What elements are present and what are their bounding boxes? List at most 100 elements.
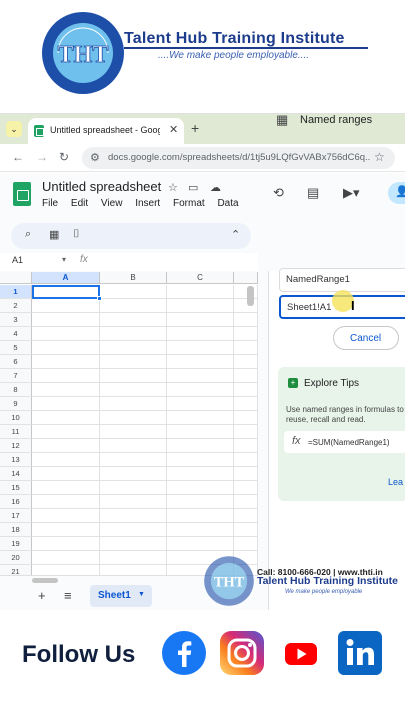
grid-cell[interactable] [100,397,167,411]
spreadsheet-grid[interactable]: A B C 1 2 3 4 5 6 7 8 9 10 11 12 13 14 15 16 17 18 19 20 21 [0,272,258,575]
grid-cell[interactable] [100,495,167,509]
grid-cell[interactable] [100,425,167,439]
grid-cell[interactable] [32,341,100,355]
grid-cell[interactable] [234,467,258,481]
browser-tab[interactable]: Untitled spreadsheet - Google ✕ [28,118,184,144]
tips-formula-example[interactable]: fx =SUM(NamedRange1) [284,431,405,453]
grid-cell[interactable] [234,411,258,425]
tab-close-icon[interactable]: ✕ [169,123,178,136]
grid-cell[interactable] [32,411,100,425]
grid-cell[interactable] [100,467,167,481]
grid-cell[interactable] [100,509,167,523]
grid-cell[interactable] [234,341,258,355]
row-header-1[interactable]: 1 [0,285,32,299]
grid-cell[interactable] [100,439,167,453]
row-header-19[interactable]: 19 [0,537,32,551]
row-header-16[interactable]: 16 [0,495,32,509]
grid-cell[interactable] [100,369,167,383]
grid-cell[interactable] [234,327,258,341]
row-header-6[interactable]: 6 [0,355,32,369]
grid-cell[interactable] [32,481,100,495]
grid-cell[interactable] [32,551,100,565]
sheets-logo-icon[interactable] [13,182,31,206]
grid-cell[interactable] [234,313,258,327]
row-header-15[interactable]: 15 [0,481,32,495]
print-icon[interactable]: ▦ [49,228,59,241]
grid-cell[interactable] [167,411,234,425]
grid-cell[interactable] [32,313,100,327]
comments-icon[interactable]: ▤ [307,185,319,201]
row-header-18[interactable]: 18 [0,523,32,537]
grid-cell[interactable] [100,523,167,537]
menu-file[interactable]: File [42,198,58,209]
grid-cell[interactable] [167,341,234,355]
grid-cell[interactable] [32,509,100,523]
grid-cell[interactable] [167,397,234,411]
grid-cell[interactable] [167,495,234,509]
column-header-d[interactable] [234,272,258,284]
menu-format[interactable]: Format [173,198,205,209]
sheet-tab-sheet1[interactable]: Sheet1 ▼ [90,585,152,607]
grid-cell[interactable] [100,313,167,327]
linkedin-icon[interactable] [338,631,382,675]
row-header-13[interactable]: 13 [0,453,32,467]
name-box[interactable]: A1 [12,255,23,265]
paint-format-icon[interactable]: ⌷ [73,228,80,241]
range-name-field[interactable]: NamedRange1 [279,268,405,292]
row-header-7[interactable]: 7 [0,369,32,383]
grid-cell[interactable] [167,523,234,537]
grid-cell[interactable] [100,481,167,495]
name-box-dropdown-icon[interactable]: ▾ [62,255,66,264]
back-icon[interactable]: ← [12,150,24,164]
address-bar[interactable]: ⚙ docs.google.com/spreadsheets/d/1tj5u9L… [82,147,395,169]
grid-cell[interactable] [100,411,167,425]
menu-insert[interactable]: Insert [135,198,160,209]
grid-cell[interactable] [100,565,167,575]
row-header-14[interactable]: 14 [0,467,32,481]
grid-cell[interactable] [234,397,258,411]
menu-data[interactable]: Data [217,198,238,209]
new-tab-icon[interactable]: + [191,120,199,136]
menu-view[interactable]: View [101,198,123,209]
grid-cell[interactable] [167,299,234,313]
grid-cell[interactable] [167,509,234,523]
grid-cell[interactable] [100,355,167,369]
grid-cell[interactable] [167,439,234,453]
grid-cell[interactable] [234,453,258,467]
grid-cell[interactable] [32,327,100,341]
youtube-icon[interactable] [279,631,323,675]
grid-cell[interactable] [32,425,100,439]
document-title[interactable]: Untitled spreadsheet [42,179,161,194]
row-header-8[interactable]: 8 [0,383,32,397]
grid-cell[interactable] [167,285,234,299]
learn-more-link[interactable]: Lea [388,477,403,487]
grid-cell[interactable] [234,523,258,537]
grid-cell[interactable] [32,355,100,369]
grid-cell[interactable] [167,313,234,327]
sheet-tab-dropdown-icon[interactable]: ▼ [138,591,145,598]
row-header-10[interactable]: 10 [0,411,32,425]
meet-video-icon[interactable]: ▶▾ [343,185,360,201]
grid-cell[interactable] [234,425,258,439]
grid-cell[interactable] [32,369,100,383]
grid-cell[interactable] [234,383,258,397]
horizontal-scrollbar[interactable] [32,578,58,583]
bookmark-star-icon[interactable]: ☆ [374,150,385,164]
facebook-icon[interactable] [162,631,206,675]
grid-cell[interactable] [167,355,234,369]
grid-cell[interactable] [32,495,100,509]
column-header-b[interactable]: B [100,272,167,284]
grid-cell[interactable] [234,299,258,313]
selected-cell-a1[interactable] [32,285,100,299]
share-button[interactable]: 👤 [388,182,405,204]
row-header-12[interactable]: 12 [0,439,32,453]
grid-cell[interactable] [100,285,167,299]
grid-cell[interactable] [167,481,234,495]
grid-cell[interactable] [100,327,167,341]
cancel-button[interactable]: Cancel [333,326,399,350]
grid-cell[interactable] [100,453,167,467]
grid-cell[interactable] [234,285,258,299]
grid-cell[interactable] [234,369,258,383]
row-header-21[interactable]: 21 [0,565,32,575]
grid-cell[interactable] [234,481,258,495]
